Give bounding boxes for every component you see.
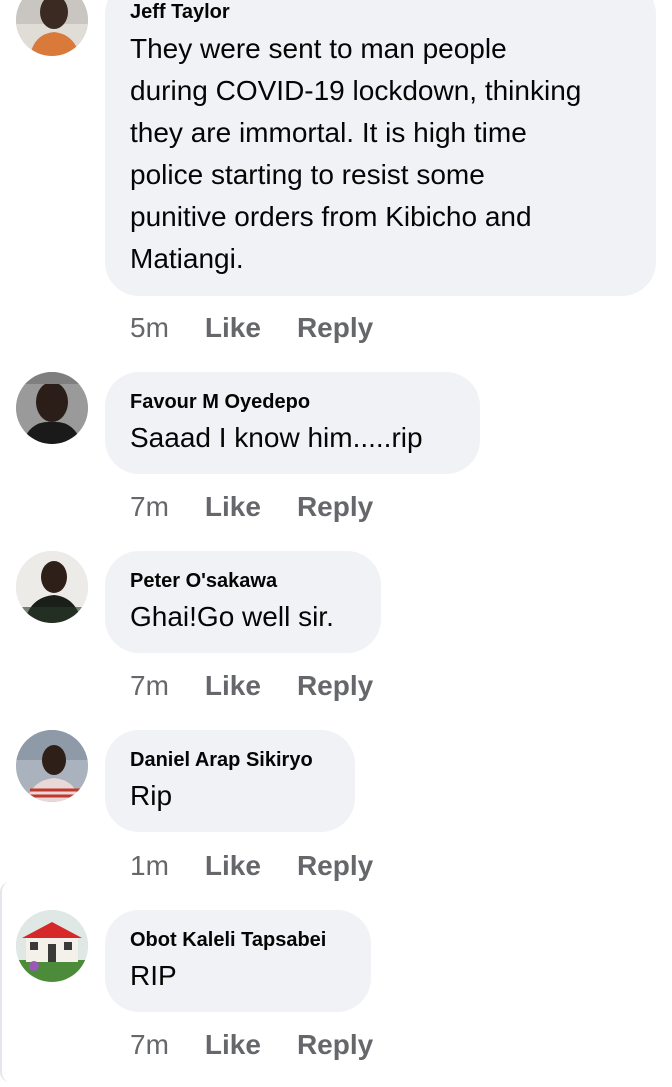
like-button[interactable]: Like: [205, 850, 261, 882]
comment-timestamp: 5m: [130, 312, 169, 343]
avatar[interactable]: [16, 551, 88, 623]
comment-bubble: Obot Kaleli Tapsabei RIP: [105, 910, 371, 1012]
comment-author[interactable]: Daniel Arap Sikiryo: [130, 748, 329, 772]
comment-bubble: Daniel Arap Sikiryo Rip: [105, 730, 355, 832]
reply-button[interactable]: Reply: [297, 491, 373, 523]
comment-actions: 7m Like Reply: [130, 668, 409, 704]
like-button[interactable]: Like: [205, 1029, 261, 1061]
like-button[interactable]: Like: [205, 491, 261, 523]
like-button[interactable]: Like: [205, 312, 261, 344]
comment-text: They were sent to man people during COVI…: [130, 33, 582, 274]
comment-text: Saaad I know him.....rip: [130, 422, 423, 453]
user-avatar-icon: [16, 0, 88, 56]
comment-text: Ghai!Go well sir.: [130, 601, 334, 632]
user-avatar-icon: [16, 372, 88, 444]
reply-button[interactable]: Reply: [297, 850, 373, 882]
comment-bubble: Favour M Oyedepo Saaad I know him.....ri…: [105, 372, 480, 474]
user-avatar-icon: [16, 730, 88, 802]
comment-author[interactable]: Favour M Oyedepo: [130, 390, 454, 414]
comment-timestamp: 1m: [130, 850, 169, 881]
comment-text: Rip: [130, 780, 173, 811]
like-button[interactable]: Like: [205, 670, 261, 702]
comment-text: RIP: [130, 960, 177, 991]
house-avatar-icon: [16, 910, 88, 982]
reply-button[interactable]: Reply: [297, 1029, 373, 1061]
avatar[interactable]: [16, 0, 88, 56]
avatar[interactable]: [16, 730, 88, 802]
avatar[interactable]: [16, 910, 88, 982]
comment-timestamp: 7m: [130, 1029, 169, 1060]
comment-actions: 1m Like Reply: [130, 848, 409, 884]
comment-author[interactable]: Obot Kaleli Tapsabei: [130, 928, 345, 952]
avatar[interactable]: [16, 372, 88, 444]
comment-bubble: Peter O'sakawa Ghai!Go well sir.: [105, 551, 381, 653]
comment-author[interactable]: Jeff Taylor: [130, 0, 630, 24]
reply-button[interactable]: Reply: [297, 670, 373, 702]
thread-line: [0, 882, 10, 1082]
comment-timestamp: 7m: [130, 670, 169, 701]
comment-actions: 7m Like Reply: [130, 1027, 409, 1063]
comment-timestamp: 7m: [130, 491, 169, 522]
comment-actions: 5m Like Reply: [130, 310, 409, 346]
comment-bubble: Jeff Taylor They were sent to man people…: [105, 0, 656, 296]
user-avatar-icon: [16, 551, 88, 623]
comment-actions: 7m Like Reply: [130, 489, 409, 525]
comment-author[interactable]: Peter O'sakawa: [130, 569, 355, 593]
reply-button[interactable]: Reply: [297, 312, 373, 344]
